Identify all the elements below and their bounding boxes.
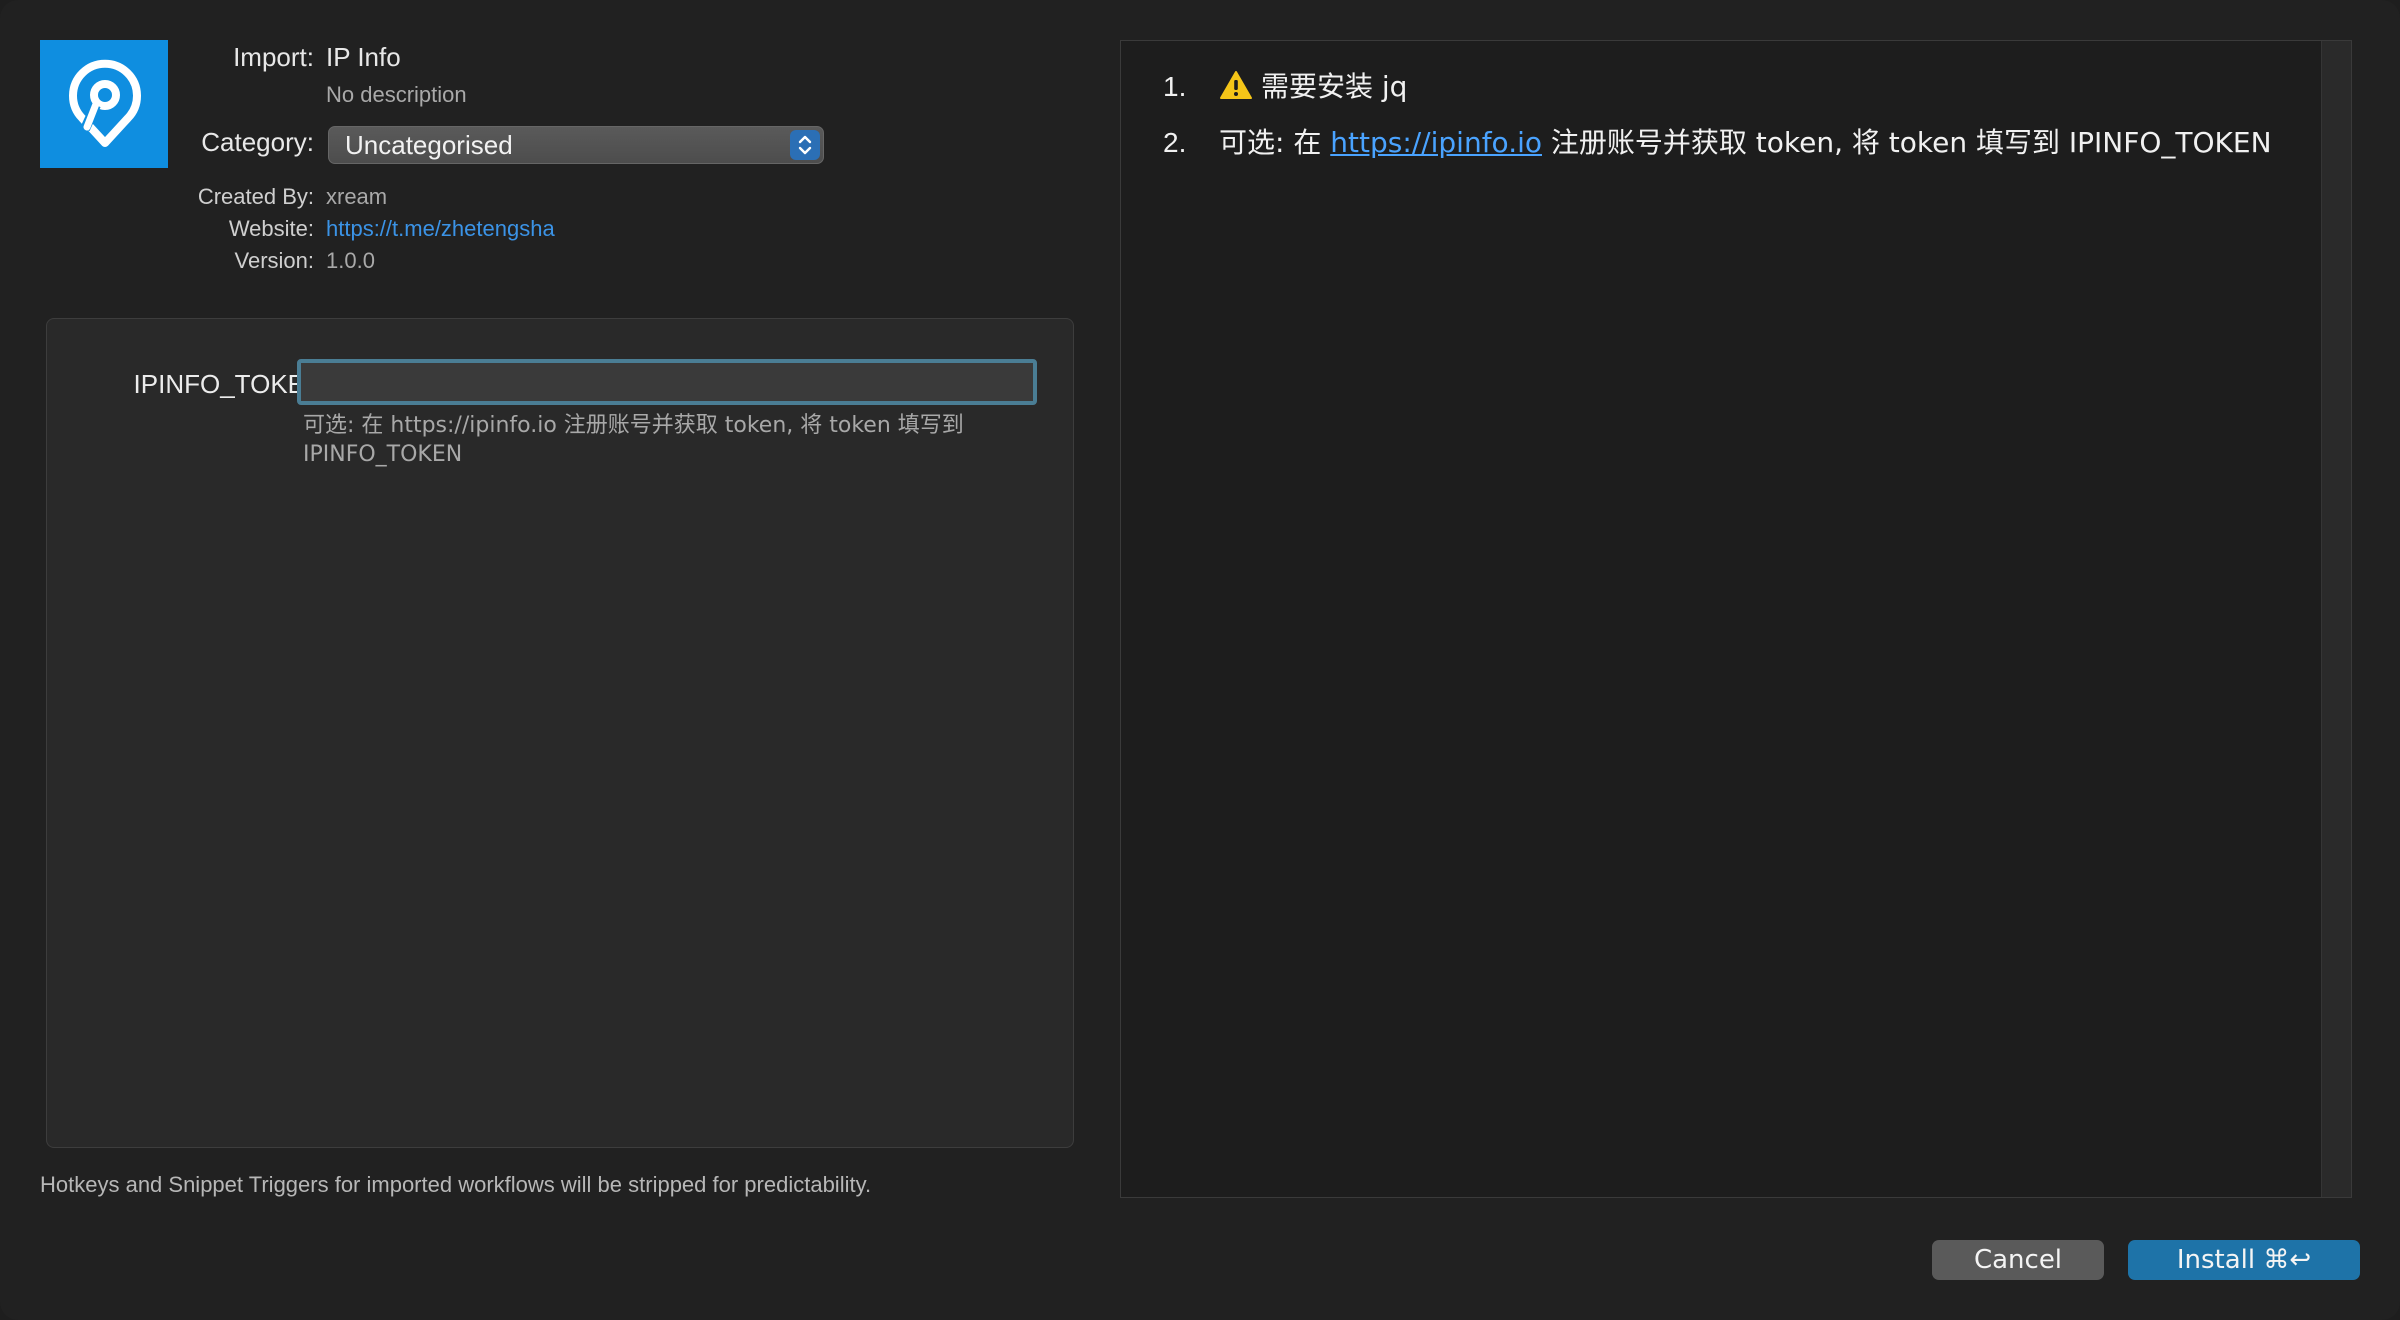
created-by-label: Created By: (197, 184, 314, 209)
category-label: Category: (201, 127, 314, 157)
category-select-value: Uncategorised (345, 129, 513, 160)
footer-note: Hotkeys and Snippet Triggers for importe… (40, 1172, 872, 1197)
ipinfo-token-input[interactable] (297, 359, 1037, 405)
chevron-up-down-icon (790, 130, 820, 160)
cancel-button[interactable]: Cancel (1932, 1240, 2104, 1280)
website-label: Website: (228, 216, 314, 241)
variables-panel: IPINFO_TOKEN: 可选: 在 https://ipinfo.io 注册… (46, 318, 1074, 1148)
readme-panel: 1. 需要安装 jq 2. 可选: 在 https://ipinfo.io 注册账… (1120, 40, 2352, 1198)
readme-item-2: 2. 可选: 在 https://ipinfo.io 注册账号并获取 token,… (1163, 121, 2272, 161)
created-by-value: xream (326, 184, 388, 209)
workflow-name: IP Info (326, 42, 401, 72)
ipinfo-token-label: IPINFO_TOKEN: (133, 369, 331, 399)
readme-scrollbar[interactable] (2321, 41, 2351, 1197)
workflow-description: No description (326, 82, 467, 107)
category-select[interactable]: Uncategorised (328, 126, 824, 164)
import-label: Import: (233, 42, 314, 72)
readme-item-1-number: 1. (1163, 71, 1187, 102)
warning-icon (1220, 71, 1252, 99)
readme-item-1-text: 需要安装 jq (1261, 70, 1408, 103)
readme-item-1: 1. 需要安装 jq (1163, 65, 1407, 105)
readme-item-2-suffix: 注册账号并获取 token, 将 token 填写到 IPINFO_TOKEN (1542, 126, 2272, 159)
website-link[interactable]: https://t.me/zhetengsha (326, 216, 555, 242)
readme-item-2-number: 2. (1163, 127, 1187, 158)
version-label: Version: (234, 248, 315, 273)
readme-item-2-prefix: 可选: 在 (1219, 126, 1331, 159)
install-button[interactable]: Install ⌘↩ (2128, 1240, 2360, 1280)
version-value: 1.0.0 (326, 248, 375, 273)
ipinfo-link[interactable]: https://ipinfo.io (1330, 126, 1542, 159)
ipinfo-token-help: 可选: 在 https://ipinfo.io 注册账号并获取 token, 将… (303, 413, 964, 467)
import-workflow-dialog: Import: IP Info No description Category:… (0, 0, 2400, 1320)
